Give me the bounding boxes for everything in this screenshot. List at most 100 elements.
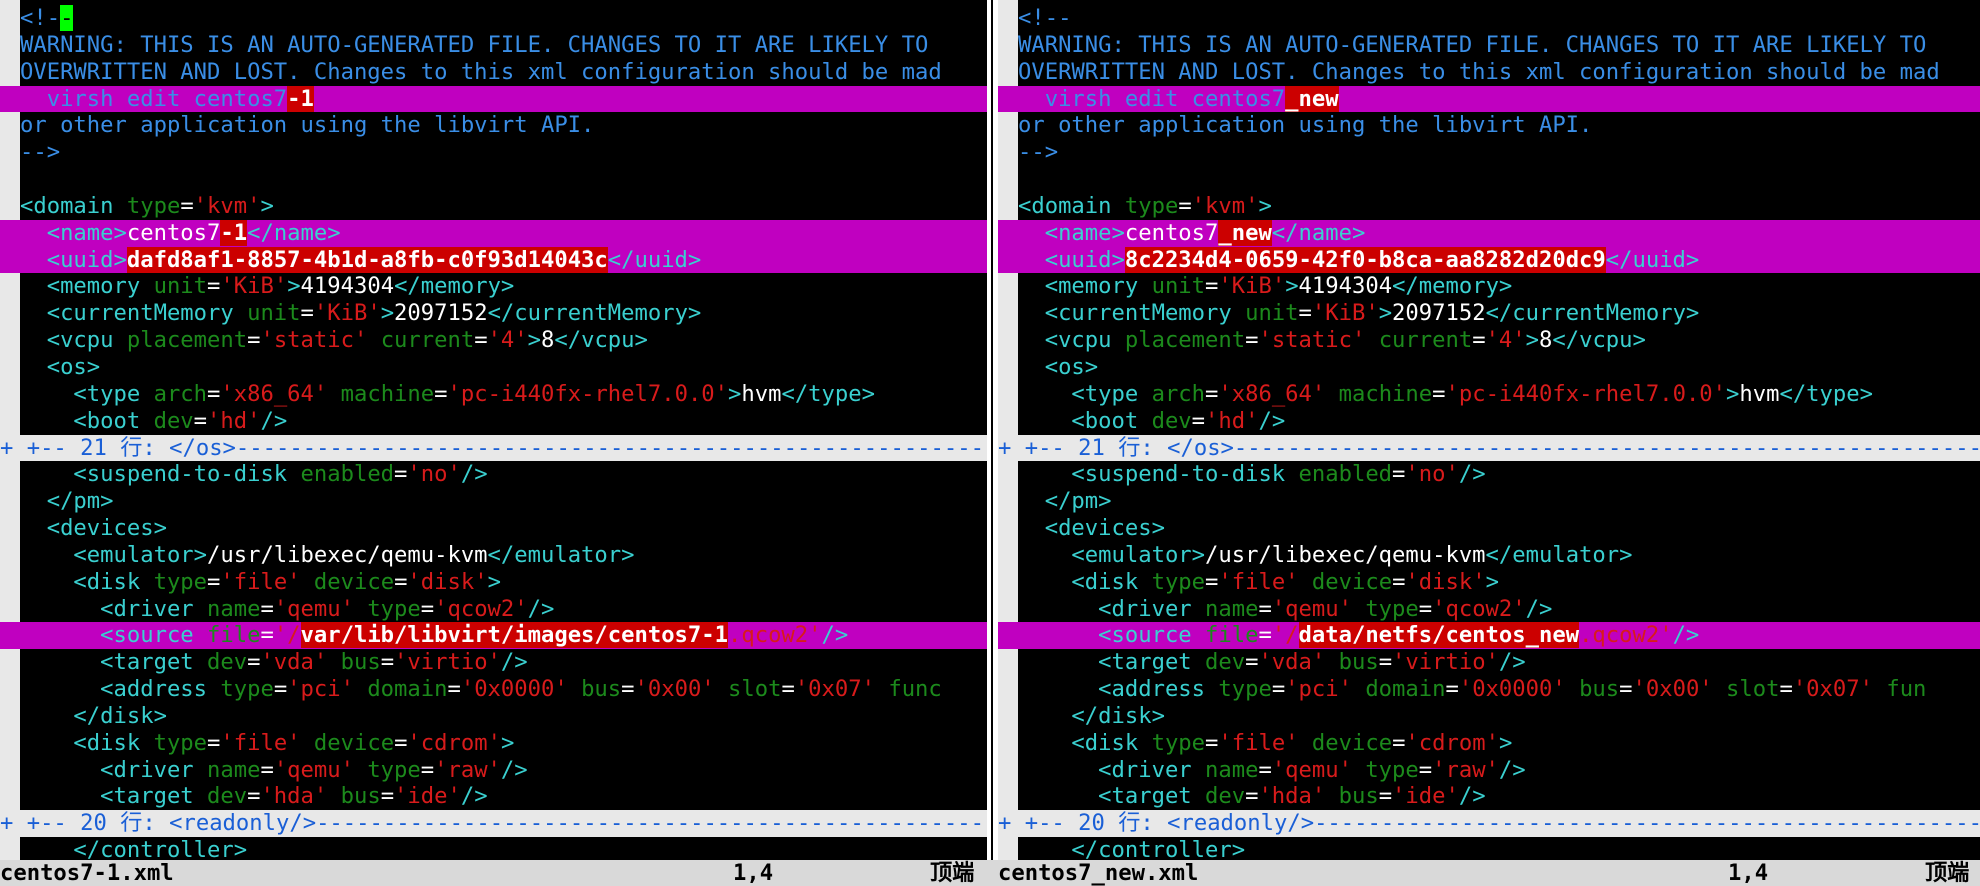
code-token: = [247, 649, 261, 676]
code-token: > [487, 568, 501, 595]
code-token: <name> [20, 219, 127, 246]
diff-line: <source file='/data/netfs/centos_new.qco… [998, 622, 1980, 650]
right-filename: centos7_new.xml [998, 860, 1199, 886]
fold-line[interactable]: + +-- 21 行: </os>-----------------------… [998, 434, 1980, 462]
code-token: /> [1498, 649, 1526, 676]
code-token: 'static' [260, 327, 368, 354]
left-buffer-lines[interactable]: <!-- WARNING: THIS IS AN AUTO-GENERATED F… [0, 5, 987, 860]
code-token: = [1392, 729, 1406, 756]
code-token: <driver [20, 756, 208, 783]
code-token: > [500, 729, 515, 756]
code-token: unit [1151, 273, 1206, 300]
right-buffer-lines[interactable]: <!-- WARNING: THIS IS AN AUTO-GENERATED F… [998, 5, 1980, 860]
code-token: /usr/libexec/qemu-kvm [207, 541, 488, 568]
diff-line: virsh edit centos7_new [998, 85, 1980, 113]
code-token: <domain [1018, 192, 1125, 219]
code-token: /> [1258, 407, 1286, 434]
changed-text: var/lib/libvirt/images/centos7-1 [300, 622, 728, 649]
left-editor-pane[interactable]: <!-- WARNING: THIS IS AN AUTO-GENERATED F… [0, 0, 987, 860]
fold-line[interactable]: + +-- 21 行: </os>-----------------------… [0, 434, 987, 462]
code-token: 'qemu' [1271, 595, 1352, 622]
code-token: type [126, 192, 181, 219]
code-token: 'pci' [1285, 676, 1352, 703]
fold-line[interactable]: + +-- 20 行: <readonly/>-----------------… [0, 810, 987, 838]
right-cursor-position: 1,4 [1728, 860, 1769, 886]
code-token: = [420, 595, 435, 622]
code-token: 'KiB' [313, 300, 381, 327]
code-token: .qcow2' [1579, 622, 1673, 649]
code-token: enabled [1298, 461, 1393, 488]
code-token: > [728, 380, 742, 407]
code-token: type [353, 756, 421, 783]
code-token: <address [20, 676, 221, 703]
left-scroll-indicator: 顶端 [930, 860, 975, 886]
code-token: = [394, 568, 408, 595]
code-token: 'disk' [407, 568, 488, 595]
right-editor-pane[interactable]: <!-- WARNING: THIS IS AN AUTO-GENERATED F… [998, 0, 1980, 860]
code-line: <boot dev='hd'/> [0, 408, 987, 435]
code-token: type [153, 568, 208, 595]
code-token: 8 [541, 327, 555, 354]
code-line: <domain type='kvm'> [998, 193, 1980, 220]
code-token: <devices> [20, 515, 167, 542]
code-line: </pm> [998, 488, 1980, 515]
code-token: <memory [1018, 273, 1152, 300]
code-token: > [1726, 380, 1740, 407]
code-token: <!-- [1018, 5, 1072, 31]
code-line: <devices> [0, 515, 987, 542]
code-token: '0x00' [1632, 676, 1713, 703]
code-line: <disk type='file' device='cdrom'> [998, 730, 1980, 757]
code-token: or other application using the libvirt A… [20, 112, 595, 139]
code-token: centos7 [126, 219, 221, 246]
code-line: <devices> [998, 515, 1980, 542]
code-token: 'qcow2' [1432, 595, 1526, 622]
code-line: <domain type='kvm'> [0, 193, 987, 220]
code-token: 'qcow2' [434, 595, 528, 622]
code-token: device [300, 729, 395, 756]
code-token: 2097152 [1392, 300, 1486, 327]
code-line: <type arch='x86_64' machine='pc-i440fx-r… [998, 381, 1980, 408]
code-line: <emulator>/usr/libexec/qemu-kvm</emulato… [0, 542, 987, 569]
code-line: <driver name='qemu' type='qcow2'/> [0, 596, 987, 623]
code-token: 'cdrom' [1405, 729, 1499, 756]
code-token: slot [1712, 676, 1780, 703]
code-token: <uuid> [20, 246, 127, 273]
code-line: <!-- [998, 5, 1980, 32]
code-token: '0x07' [794, 676, 875, 703]
code-token: name [207, 595, 261, 622]
code-token: <suspend-to-disk [1018, 461, 1299, 488]
code-token: file [207, 622, 261, 649]
code-token: <target [20, 783, 208, 810]
code-token: /usr/libexec/qemu-kvm [1205, 541, 1486, 568]
code-token: 'vda' [1258, 649, 1326, 676]
code-token: /> [260, 407, 288, 434]
code-token: </memory> [394, 273, 515, 300]
code-line: </controller> [998, 837, 1980, 860]
code-token: = [474, 327, 488, 354]
code-token: </disk> [1018, 702, 1165, 729]
code-token: <source [1018, 622, 1206, 649]
code-token: <os> [20, 353, 101, 380]
diff-line: <source file='/var/lib/libvirt/images/ce… [0, 622, 987, 650]
code-token: = [193, 407, 208, 434]
code-token: <memory [20, 273, 154, 300]
fold-line[interactable]: + +-- 20 行: <readonly/>-----------------… [998, 810, 1980, 838]
code-line: <memory unit='KiB'>4194304</memory> [0, 273, 987, 300]
code-token: > [1378, 300, 1393, 327]
code-token: type [220, 676, 274, 703]
code-token: 8 [1539, 327, 1553, 354]
code-token: <currentMemory [20, 300, 248, 327]
diff-line: <name>centos7-1</name> [0, 219, 987, 247]
code-token: enabled [300, 461, 395, 488]
code-token: type [1124, 192, 1179, 219]
code-token: 'hda' [1258, 783, 1326, 810]
code-token: + +-- 20 行: <readonly/>-----------------… [998, 810, 1980, 837]
code-token: name [1205, 595, 1259, 622]
code-token: current [1365, 327, 1473, 354]
code-token: file [1205, 622, 1259, 649]
code-token: placement [126, 327, 248, 354]
code-token: </pm> [1018, 488, 1112, 515]
code-line: <emulator>/usr/libexec/qemu-kvm</emulato… [998, 542, 1980, 569]
vertical-split-divider[interactable] [987, 0, 998, 860]
